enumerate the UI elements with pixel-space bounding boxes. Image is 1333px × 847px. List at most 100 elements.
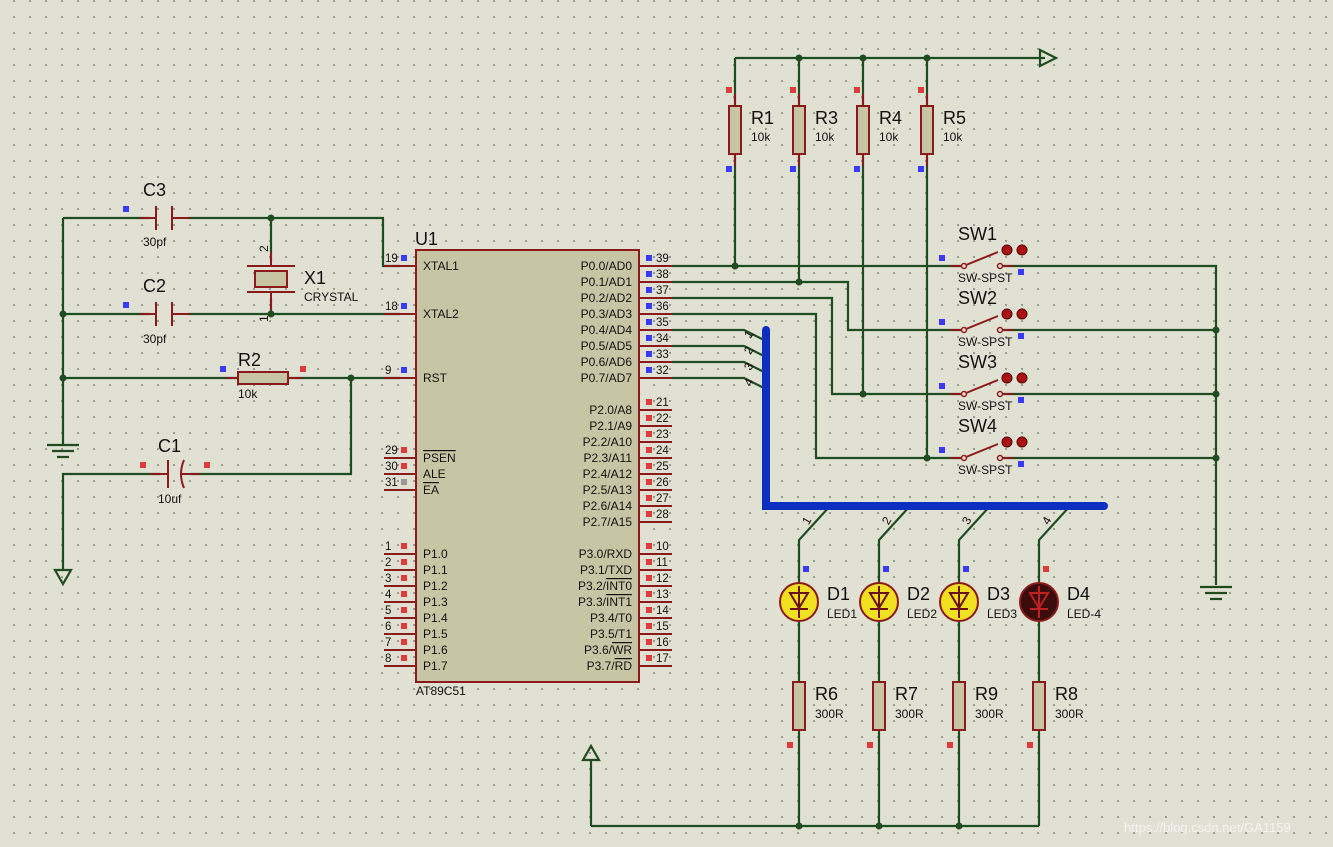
led-d1[interactable]: D1 LED1 xyxy=(779,566,857,622)
mcu-part: AT89C51 xyxy=(416,684,466,698)
led-d3[interactable]: D3 LED3 xyxy=(939,566,1017,622)
led-resistor-r7[interactable]: R7 300R xyxy=(867,681,924,748)
pin-number: 13 xyxy=(656,589,669,601)
resistor-ref: R4 xyxy=(879,108,902,128)
pin-name: P1.1 xyxy=(423,563,448,577)
switch-ref: SW4 xyxy=(958,416,997,436)
pin-number: 39 xyxy=(656,253,669,265)
pin-number: 11 xyxy=(656,557,668,569)
capacitor-value: 10uf xyxy=(158,492,182,506)
pin-name: P1.4 xyxy=(423,611,448,625)
pin-number: 23 xyxy=(656,429,669,441)
pin-name: P3.2/INT0 xyxy=(578,579,632,593)
pin-name: P3.6/WR xyxy=(584,643,632,657)
pin-number: 32 xyxy=(656,365,669,377)
switch-value: SW-SPST xyxy=(958,399,1013,413)
switches: SW1 SW-SPST SW2 SW-SPST SW3 SW-SPST SW4 SW-SPST xyxy=(939,224,1028,477)
pin-name: P3.0/RXD xyxy=(579,547,633,561)
switch-ref: SW2 xyxy=(958,288,997,308)
pin-number: 12 xyxy=(656,573,669,585)
pin-name: P1.5 xyxy=(423,627,448,641)
pin-name: RST xyxy=(423,371,448,385)
ground-symbol-right xyxy=(1200,585,1232,601)
pin-number: 19 xyxy=(385,253,398,265)
resistor-value: 10k xyxy=(943,130,963,144)
resistor-ref: R9 xyxy=(975,684,998,704)
pin-name: ALE xyxy=(423,467,446,481)
mcu-ref: U1 xyxy=(415,229,438,249)
crystal-x1[interactable]: X1 CRYSTAL 2 1 xyxy=(247,245,359,322)
pin-number: 38 xyxy=(656,269,669,281)
led-resistor-r9[interactable]: R9 300R xyxy=(947,681,1004,748)
mcu-u1[interactable]: U1 AT89C51 19 XTAL118 XTAL29 RST29 PSEN30 ALE… xyxy=(384,229,672,698)
pin-number: 31 xyxy=(385,477,398,489)
led-value: LED2 xyxy=(907,607,937,621)
resistor-ref: R3 xyxy=(815,108,838,128)
pin-number: 25 xyxy=(656,461,669,473)
switch-sw2[interactable]: SW2 SW-SPST xyxy=(939,288,1028,349)
led-d2[interactable]: D2 LED2 xyxy=(859,566,937,622)
led-resistor-r6[interactable]: R6 300R xyxy=(787,681,844,748)
pin-name: P2.1/A9 xyxy=(589,419,632,433)
pin-number: 17 xyxy=(656,653,669,665)
switch-sw4[interactable]: SW4 SW-SPST xyxy=(939,416,1028,477)
switch-value: SW-SPST xyxy=(958,335,1013,349)
pin-number: 26 xyxy=(656,477,669,489)
pin-name: EA xyxy=(423,483,439,497)
pin-number: 8 xyxy=(385,653,391,665)
resistor-value: 10k xyxy=(751,130,771,144)
pin-name: P0.7/AD7 xyxy=(581,371,633,385)
crystal-pin-top: 2 xyxy=(257,245,271,252)
pin-name: P2.7/A15 xyxy=(583,515,633,529)
switch-value: SW-SPST xyxy=(958,271,1013,285)
watermark-text: https://blog.csdn.net/GA1159 xyxy=(1124,820,1291,835)
capacitor-ref: C1 xyxy=(158,436,181,456)
switch-sw1[interactable]: SW1 SW-SPST xyxy=(939,224,1028,285)
pin-number: 15 xyxy=(656,621,669,633)
led-d4[interactable]: D4 LED-4 xyxy=(1019,566,1101,622)
pin-name: P1.3 xyxy=(423,595,448,609)
resistor-ref: R2 xyxy=(238,350,261,370)
pin-name: P3.7/RD xyxy=(587,659,633,673)
bus-entry-label-top: 1 xyxy=(741,328,757,341)
resistor-value: 10k xyxy=(238,387,258,401)
bus-entry-label-top: 2 xyxy=(741,344,757,357)
pullup-resistor-r4[interactable]: R410k xyxy=(854,87,902,172)
resistor-ref: R6 xyxy=(815,684,838,704)
pullup-resistors: R110kR310kR410kR510k xyxy=(726,87,966,172)
led-ref: D1 xyxy=(827,584,850,604)
capacitor-ref: C2 xyxy=(143,276,166,296)
pin-name: P1.7 xyxy=(423,659,448,673)
pin-name: P3.4/T0 xyxy=(590,611,632,625)
led-ref: D4 xyxy=(1067,584,1090,604)
switch-sw3[interactable]: SW3 SW-SPST xyxy=(939,352,1028,413)
capacitor-value: 30pf xyxy=(143,235,167,249)
pullup-resistor-r3[interactable]: R310k xyxy=(790,87,838,172)
pin-name: P0.2/AD2 xyxy=(581,291,633,305)
capacitor-c2[interactable]: C2 30pf xyxy=(140,276,190,346)
pin-number: 37 xyxy=(656,285,669,297)
pin-number: 7 xyxy=(385,637,391,649)
pin-number: 34 xyxy=(656,333,669,345)
crystal-value: CRYSTAL xyxy=(304,290,359,304)
resistor-ref: R7 xyxy=(895,684,918,704)
pin-number: 28 xyxy=(656,509,669,521)
pin-name: P3.3/INT1 xyxy=(578,595,632,609)
resistor-r2[interactable]: R2 10k xyxy=(226,350,302,401)
pullup-resistor-r1[interactable]: R110k xyxy=(726,87,774,172)
pin-name: P2.5/A13 xyxy=(583,483,633,497)
capacitor-c1[interactable]: C1 10uf xyxy=(150,436,200,506)
pin-number: 29 xyxy=(385,445,398,457)
led-resistor-r8[interactable]: R8 300R xyxy=(1027,681,1084,748)
pin-name: P2.6/A14 xyxy=(583,499,633,513)
pin-name: P0.0/AD0 xyxy=(581,259,633,273)
pin-number: 36 xyxy=(656,301,669,313)
pin-number: 33 xyxy=(656,349,669,361)
schematic-canvas: C3 30pf C2 30pf C1 10uf X1 CRYSTAL 2 1 R… xyxy=(47,48,1291,835)
pullup-resistor-r5[interactable]: R510k xyxy=(918,87,966,172)
capacitor-c3[interactable]: C3 30pf xyxy=(140,180,190,249)
pin-number: 22 xyxy=(656,413,669,425)
pin-name: P1.6 xyxy=(423,643,448,657)
led-ref: D3 xyxy=(987,584,1010,604)
capacitor-ref: C3 xyxy=(143,180,166,200)
